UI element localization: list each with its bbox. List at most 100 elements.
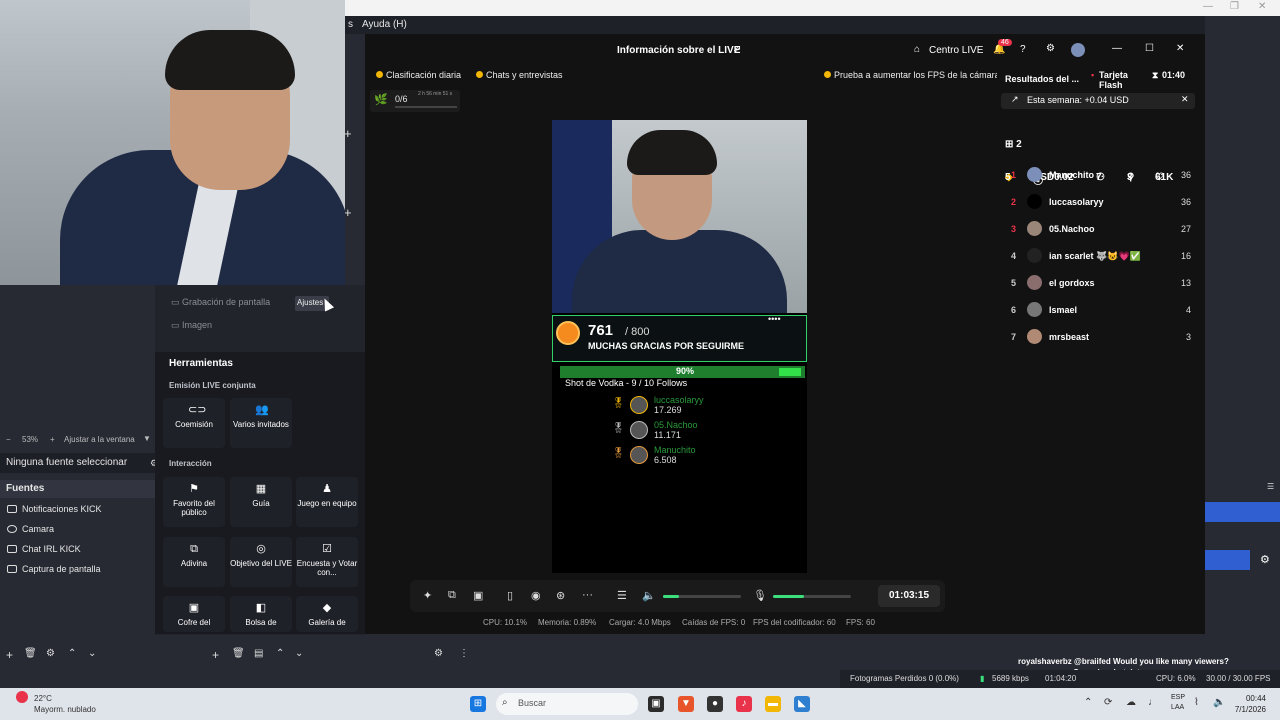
tiktok-icon[interactable]: ♪ bbox=[736, 696, 752, 712]
tool-label: Juego en equipo bbox=[297, 499, 357, 508]
share-icon[interactable]: ⇗ bbox=[733, 44, 741, 55]
layers-icon[interactable]: ⧉ bbox=[448, 589, 456, 602]
refresh-icon[interactable]: ⟳ bbox=[1104, 697, 1112, 708]
tool-guess[interactable]: ⧉ Adivina bbox=[163, 537, 225, 587]
chevron-down-icon[interactable]: ▼ bbox=[143, 434, 151, 443]
mixer-icon[interactable]: ⚙ bbox=[434, 648, 443, 659]
zoom-plus-icon[interactable]: + bbox=[50, 435, 55, 444]
ranking-row[interactable]: 5 el gordoxs 13 bbox=[1011, 275, 1191, 297]
tool-goal[interactable]: ◎ Objetivo del LIVE bbox=[230, 537, 292, 587]
gear-icon[interactable]: ⚙ bbox=[1260, 553, 1270, 566]
more-icon[interactable]: ··· bbox=[582, 589, 593, 601]
magic-icon[interactable]: ✦ bbox=[423, 589, 432, 602]
source-item[interactable]: Chat IRL KICK bbox=[0, 540, 155, 560]
close-icon[interactable]: ✕ bbox=[1181, 94, 1189, 105]
ranking-row[interactable]: 2 luccasolaryy 36 bbox=[1011, 194, 1191, 216]
screen-icon[interactable]: ▣ bbox=[473, 589, 483, 602]
tool-chest[interactable]: ▣ Cofre del bbox=[163, 596, 225, 632]
menu-icon[interactable]: ☰ bbox=[1267, 482, 1274, 491]
microphone-icon[interactable]: 🎙 bbox=[753, 589, 767, 602]
close-icon[interactable]: ✕ bbox=[1176, 43, 1184, 54]
sliders-icon[interactable]: ☰ bbox=[617, 589, 627, 602]
tool-guide[interactable]: ▦ Guía bbox=[230, 477, 292, 527]
source-item[interactable]: Captura de pantalla bbox=[0, 560, 155, 580]
task-view-icon[interactable]: ▣ bbox=[648, 696, 664, 712]
volume-icon[interactable]: 🔈 bbox=[1213, 697, 1225, 708]
wifi-icon[interactable]: ⌇ bbox=[1194, 697, 1199, 708]
help-icon[interactable]: ? bbox=[1020, 44, 1026, 55]
add-icon[interactable]: + bbox=[212, 648, 219, 662]
restore-icon[interactable]: ❐ bbox=[1230, 1, 1239, 12]
filter-icon[interactable]: ▤ bbox=[254, 648, 263, 659]
rank-number: 4 bbox=[1011, 251, 1017, 261]
ranking-row[interactable]: 3 05.Nachoo 27 bbox=[1011, 221, 1191, 243]
menu-help[interactable]: Ayuda (H) bbox=[362, 19, 407, 30]
folder-icon[interactable]: ▬ bbox=[765, 696, 781, 712]
add-icon[interactable]: + bbox=[344, 126, 352, 141]
search-box[interactable]: ⌕ Buscar bbox=[496, 693, 638, 715]
minimize-icon[interactable]: — bbox=[1203, 1, 1213, 12]
windows-start-icon[interactable]: ⊞ bbox=[470, 696, 486, 712]
temperature: 22°C bbox=[34, 694, 52, 703]
tool-favorite[interactable]: ⚑ Favorito del público bbox=[163, 477, 225, 527]
scene-item[interactable]: ▭ Imagen bbox=[171, 320, 212, 331]
weather-widget[interactable]: 22°C Mayorm. nublado bbox=[34, 693, 96, 715]
down-icon[interactable]: ⌄ bbox=[295, 648, 303, 659]
up-icon[interactable]: ⌃ bbox=[68, 648, 76, 659]
more-icon[interactable]: ⋮ bbox=[459, 648, 469, 659]
ranking-row[interactable]: 1 Manuchito 36 bbox=[1011, 167, 1191, 189]
app-icon[interactable]: ◣ bbox=[794, 696, 810, 712]
ranking-row[interactable]: 7 mrsbeast 3 bbox=[1011, 329, 1191, 351]
mic-slider[interactable] bbox=[773, 595, 851, 598]
menu-fragment[interactable]: s bbox=[348, 19, 353, 30]
tool-team-game[interactable]: ♟ Juego en equipo bbox=[296, 477, 358, 527]
source-item[interactable]: Camara bbox=[0, 520, 155, 540]
language[interactable]: ESP LAA bbox=[1171, 693, 1185, 713]
ranking-row[interactable]: 6 Ismael 4 bbox=[1011, 302, 1191, 324]
up-icon[interactable]: ⌃ bbox=[276, 648, 284, 659]
volume-slider[interactable] bbox=[663, 595, 741, 598]
gear-icon[interactable]: ⚙ bbox=[1046, 43, 1055, 54]
daily-ranking-pill[interactable]: Clasificación diaria bbox=[374, 67, 461, 83]
maximize-icon[interactable]: ☐ bbox=[1145, 43, 1154, 54]
tool-coemision[interactable]: ⊂⊃ Coemisión bbox=[163, 398, 225, 448]
centro-live-button[interactable]: Centro LIVE bbox=[929, 45, 983, 56]
chats-pill[interactable]: Chats y entrevistas bbox=[474, 67, 563, 83]
tool-bag[interactable]: ◧ Bolsa de bbox=[230, 596, 292, 632]
mic-icon[interactable]: ♩ bbox=[1148, 697, 1158, 708]
brave-icon[interactable]: ▼ bbox=[678, 696, 694, 712]
avatar[interactable] bbox=[1071, 43, 1085, 57]
tool-gallery[interactable]: ◆ Galería de bbox=[296, 596, 358, 632]
ranking-row[interactable]: 4 ian scarlet 🐺😺💗✅ 16 bbox=[1011, 248, 1191, 270]
zoom-level[interactable]: 53% bbox=[22, 435, 38, 444]
trash-icon[interactable]: 🗑 bbox=[24, 648, 37, 659]
minimize-icon[interactable]: — bbox=[1112, 43, 1122, 54]
rank-value: 13 bbox=[1180, 278, 1191, 288]
fps-tip[interactable]: Prueba a aumentar los FPS de la cámara bbox=[822, 67, 1000, 83]
close-icon[interactable]: ✕ bbox=[1258, 1, 1266, 12]
fit-window[interactable]: Ajustar a la ventana bbox=[64, 435, 135, 444]
source-item[interactable]: Notificaciones KICK bbox=[0, 500, 155, 520]
trend-icon: ↗ bbox=[1011, 94, 1019, 104]
chevron-up-icon[interactable]: ⌃ bbox=[1084, 697, 1092, 708]
gear-icon[interactable]: ⚙ bbox=[46, 648, 55, 659]
scene-item[interactable]: ▭ Grabación de pantalla bbox=[171, 297, 270, 308]
dock-button[interactable] bbox=[1205, 502, 1280, 522]
flash-card[interactable]: ▪ Tarjeta Flash bbox=[1091, 70, 1139, 90]
add-icon[interactable]: + bbox=[6, 648, 13, 662]
clock[interactable]: 00:44 7/1/2026 bbox=[1235, 693, 1266, 715]
tool-guests[interactable]: 👥 Varios invitados bbox=[230, 398, 292, 448]
home-icon[interactable]: ⌂ bbox=[914, 44, 920, 55]
tool-poll[interactable]: ☑ Encuesta y Votar con... bbox=[296, 537, 358, 587]
phone-icon[interactable]: ▯ bbox=[507, 589, 513, 602]
effects-icon[interactable]: ⊛ bbox=[556, 589, 565, 602]
zoom-minus-icon[interactable]: − bbox=[6, 435, 11, 444]
cloud-icon[interactable]: ☁ bbox=[1126, 697, 1136, 708]
dock-button[interactable] bbox=[1205, 550, 1250, 570]
add-icon[interactable]: + bbox=[344, 205, 352, 220]
record-icon[interactable]: ◉ bbox=[531, 589, 541, 602]
down-icon[interactable]: ⌄ bbox=[88, 648, 96, 659]
speaker-icon[interactable]: 🔈 bbox=[642, 589, 656, 602]
obs-icon[interactable]: ● bbox=[707, 696, 723, 712]
trash-icon[interactable]: 🗑 bbox=[232, 648, 245, 659]
